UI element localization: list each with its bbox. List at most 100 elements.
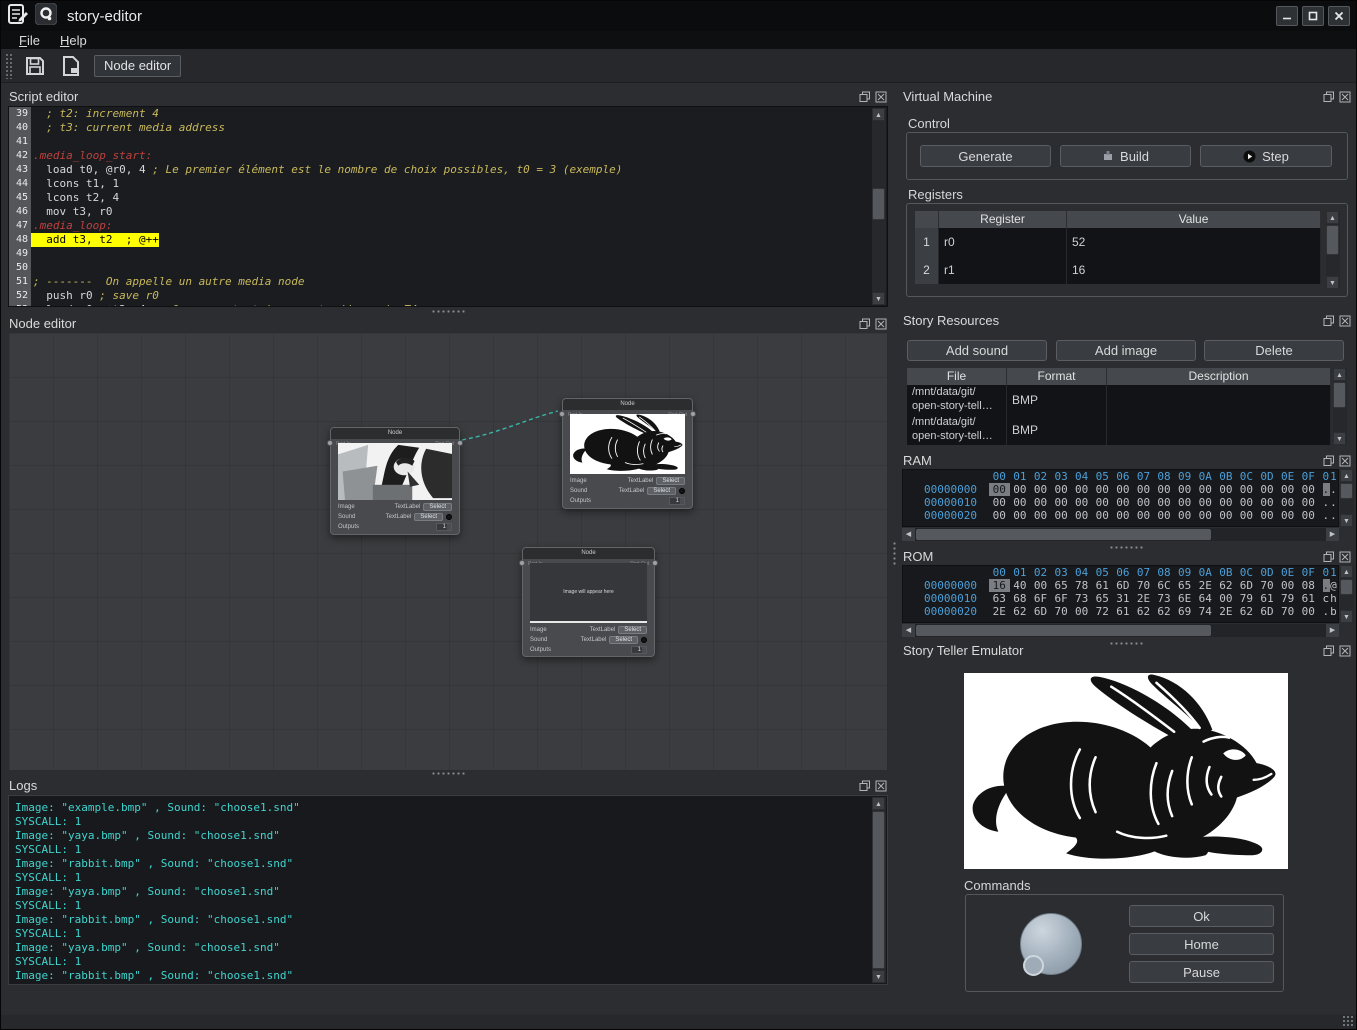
script-line[interactable]: 46 mov t3, r0 [9,205,887,219]
hex-byte-cell[interactable]: 00 [1257,496,1278,509]
resources-table[interactable]: FileFormatDescription/mnt/data/git/open-… [907,368,1331,445]
port-in-dot[interactable] [519,560,525,566]
hex-byte-cell[interactable]: 65 [1051,579,1072,592]
hex-byte-cell[interactable]: 00 [1277,496,1298,509]
close-button[interactable] [1328,6,1350,26]
hex-byte-cell[interactable]: 74 [1195,605,1216,618]
port-out-dot[interactable] [652,560,658,566]
hex-byte-cell[interactable]: 73 [1071,592,1092,605]
float-panel-icon[interactable] [859,91,871,103]
select-sound-button[interactable]: Select [647,487,676,495]
titlebar[interactable]: story-editor [1,1,1356,31]
hex-byte-cell[interactable]: 00 [1277,509,1298,522]
rom-vscrollbar[interactable]: ▲ ▼ [1340,565,1354,623]
hex-byte-cell[interactable]: 00 [1298,605,1319,618]
resource-row[interactable]: /mnt/data/git/open-story-tell…BMP [907,415,1331,445]
sound-port-dot[interactable] [641,637,647,643]
hex-byte-cell[interactable]: 70 [1051,605,1072,618]
script-scrollbar[interactable]: ▲ ▼ [872,108,886,305]
hex-byte-cell[interactable]: 73 [1154,592,1175,605]
hex-byte-cell[interactable]: 61 [1092,579,1113,592]
home-button[interactable]: Home [1129,933,1274,955]
hex-byte-cell[interactable]: 00 [1071,483,1092,496]
select-image-button[interactable]: Select [423,503,452,511]
hex-byte-cell[interactable]: 62 [1154,605,1175,618]
close-panel-icon[interactable] [1339,645,1351,657]
resource-format[interactable]: BMP [1007,415,1107,445]
port-out-dot[interactable] [457,440,463,446]
register-name[interactable]: r1 [939,256,1067,284]
hex-byte-cell[interactable]: 6D [1236,579,1257,592]
hex-byte-cell[interactable]: 00 [1092,509,1113,522]
hex-byte-cell[interactable]: 00 [1236,509,1257,522]
hex-byte-cell[interactable]: 61 [1257,592,1278,605]
hex-byte-cell[interactable]: 00 [1216,592,1237,605]
hex-byte-cell[interactable]: 6D [1257,605,1278,618]
hex-ascii-cell[interactable]: ... [1323,496,1340,509]
sound-port-dot[interactable] [679,488,685,494]
hex-byte-cell[interactable]: 00 [1071,509,1092,522]
hex-byte-cell[interactable]: 40 [1010,579,1031,592]
value-column-header[interactable]: Value [1067,211,1321,228]
port-in-dot[interactable] [327,440,333,446]
hex-byte-cell[interactable]: 00 [1113,483,1134,496]
register-value[interactable]: 52 [1067,228,1321,256]
port-in-dot[interactable] [559,411,565,417]
hex-byte-cell[interactable]: 00 [1236,483,1257,496]
hex-byte-cell[interactable]: 00 [1174,509,1195,522]
hex-byte-cell[interactable]: 00 [1071,605,1092,618]
outputs-spinner[interactable]: 1 [669,497,685,505]
script-line[interactable]: 40 ; t3: current media address [9,121,887,135]
hex-byte-cell[interactable]: 70 [1133,579,1154,592]
hex-byte-cell[interactable]: 00 [1216,496,1237,509]
close-panel-icon[interactable] [1339,551,1351,563]
hex-byte-cell[interactable]: 62 [1010,605,1031,618]
hex-byte-cell[interactable]: 6D [1030,605,1051,618]
hex-byte-cell[interactable]: 00 [1030,579,1051,592]
close-panel-icon[interactable] [1339,91,1351,103]
script-line[interactable]: 53 load r0, @t3, 4 ; r0 ... content in r… [9,303,887,307]
hex-byte-cell[interactable]: 2E [1216,605,1237,618]
export-file-button[interactable] [58,53,84,79]
hex-byte-cell[interactable]: 00 [1195,483,1216,496]
hex-byte-cell[interactable]: 00 [1092,496,1113,509]
script-line[interactable]: 43 load t0, @r0, 4 ; Le premier élément … [9,163,887,177]
description-column-header[interactable]: Description [1107,368,1331,385]
hex-byte-cell[interactable]: 72 [1092,605,1113,618]
hex-byte-cell[interactable]: 79 [1277,592,1298,605]
hex-byte-cell[interactable]: 6F [1051,592,1072,605]
hex-byte-cell[interactable]: 00 [1298,496,1319,509]
node-title[interactable]: Node [523,548,654,559]
add-image-button[interactable]: Add image [1056,340,1196,361]
close-panel-icon[interactable] [1339,315,1351,327]
hex-ascii-cell[interactable]: cho [1323,592,1340,605]
float-panel-icon[interactable] [1323,91,1335,103]
hex-byte-cell[interactable]: 00 [1071,496,1092,509]
hex-ascii-cell[interactable]: ... [1323,483,1340,496]
hex-byte-cell[interactable]: 00 [1257,483,1278,496]
resource-row[interactable]: /mnt/data/git/open-story-tell…BMP [907,385,1331,415]
ram-hscrollbar[interactable]: ◀ ▶ [902,528,1339,541]
hex-byte-cell[interactable]: 62 [1133,605,1154,618]
menu-file[interactable]: File [11,33,48,48]
hex-byte-cell[interactable]: 70 [1277,605,1298,618]
hex-byte-cell[interactable]: 79 [1236,592,1257,605]
hex-byte-cell[interactable]: 65 [1174,579,1195,592]
hex-byte-cell[interactable]: 2E [1133,592,1154,605]
resource-file[interactable]: /mnt/data/git/open-story-tell… [907,415,1007,445]
node-canvas[interactable]: Node Port In Port Out ImageTextLabelSele… [8,332,888,771]
float-panel-icon[interactable] [859,318,871,330]
hex-byte-cell[interactable]: 6F [1030,592,1051,605]
rom-hscrollbar[interactable]: ◀ ▶ [902,624,1339,637]
hex-byte-cell[interactable]: 62 [1236,605,1257,618]
registers-table[interactable]: RegisterValue1r0522r116 [915,211,1321,284]
hex-byte-cell[interactable]: 00 [1236,496,1257,509]
resource-file[interactable]: /mnt/data/git/open-story-tell… [907,385,1007,415]
hex-byte-cell[interactable]: 00 [1195,496,1216,509]
toolbar-drag-handle[interactable] [5,53,12,79]
close-panel-icon[interactable] [875,91,887,103]
hex-byte-cell[interactable]: 00 [1174,496,1195,509]
hex-byte-cell[interactable]: 00 [1195,509,1216,522]
hex-byte-cell[interactable]: 00 [989,483,1010,496]
hex-byte-cell[interactable]: 6E [1174,592,1195,605]
